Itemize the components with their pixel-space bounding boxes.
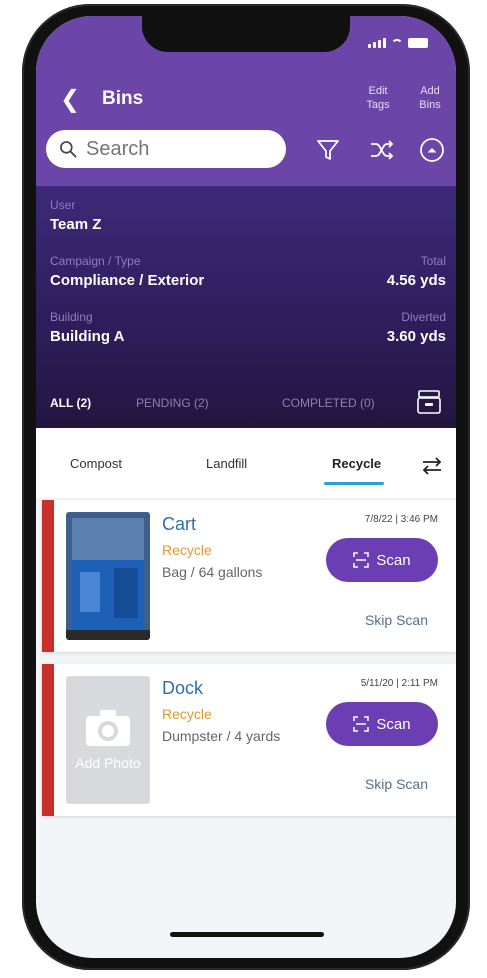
bin-timestamp: 7/8/22 | 3:46 PM <box>364 514 438 525</box>
bin-size: Bag / 64 gallons <box>162 564 263 580</box>
status-filter-tabs: ALL (2) PENDING (2) COMPLETED (0) <box>36 380 456 428</box>
building-label: Building <box>50 310 93 324</box>
total-value: 4.56 yds <box>386 272 446 289</box>
archive-icon[interactable] <box>416 388 442 416</box>
scan-button[interactable]: Scan <box>326 538 438 582</box>
campaign-label: Campaign / Type <box>50 254 141 268</box>
bin-photo[interactable] <box>66 512 150 640</box>
tab-pending[interactable]: PENDING (2) <box>136 396 209 410</box>
bin-stream: Recycle <box>162 542 212 558</box>
add-photo-button[interactable]: Add Photo <box>66 676 150 804</box>
scan-button[interactable]: Scan <box>326 702 438 746</box>
scan-icon <box>353 552 370 568</box>
battery-icon <box>408 38 428 48</box>
search-icon <box>60 141 77 158</box>
page-title: Bins <box>102 88 144 109</box>
tab-compost[interactable]: Compost <box>70 456 122 471</box>
camera-icon <box>86 710 130 746</box>
phone-frame: ❮ Bins Edit Tags Add Bins User Team Z Ca… <box>22 4 470 970</box>
status-bar-icons <box>368 38 428 48</box>
signal-icon <box>368 38 386 48</box>
back-button[interactable]: ❮ <box>60 88 80 112</box>
bin-card[interactable]: Cart Recycle Bag / 64 gallons 7/8/22 | 3… <box>42 500 456 652</box>
bin-card[interactable]: Add Photo Dock Recycle Dumpster / 4 yard… <box>42 664 456 816</box>
diverted-label: Diverted <box>401 310 446 324</box>
user-value: Team Z <box>50 216 102 233</box>
status-flag <box>42 664 54 816</box>
scan-label: Scan <box>376 715 411 733</box>
skip-scan-link[interactable]: Skip Scan <box>365 612 428 628</box>
scan-label: Scan <box>376 551 411 569</box>
edit-tags-button[interactable]: Edit Tags <box>358 84 398 112</box>
wifi-icon <box>391 38 403 48</box>
add-photo-label: Add Photo <box>75 755 141 771</box>
waste-stream-tabs: Compost Landfill Recycle <box>36 428 456 498</box>
filter-icon[interactable] <box>314 136 342 164</box>
user-label: User <box>50 198 76 212</box>
shuffle-icon[interactable] <box>368 136 396 164</box>
bin-name: Cart <box>162 514 197 534</box>
campaign-value: Compliance / Exterior <box>50 272 205 289</box>
total-label: Total <box>420 254 446 268</box>
scan-icon <box>353 716 370 732</box>
swap-icon[interactable] <box>420 454 444 478</box>
phone-notch <box>142 16 350 52</box>
diverted-value: 3.60 yds <box>386 328 446 345</box>
tab-completed[interactable]: COMPLETED (0) <box>282 396 375 410</box>
bin-stream: Recycle <box>162 706 212 722</box>
add-bins-button[interactable]: Add Bins <box>410 84 450 112</box>
bin-size: Dumpster / 4 yards <box>162 728 281 744</box>
building-value: Building A <box>50 328 125 345</box>
collapse-up-icon[interactable] <box>418 136 446 164</box>
bin-timestamp: 5/11/20 | 2:11 PM <box>360 678 438 689</box>
tab-all[interactable]: ALL (2) <box>50 396 91 410</box>
app-screen: ❮ Bins Edit Tags Add Bins User Team Z Ca… <box>36 16 456 958</box>
tab-recycle[interactable]: Recycle <box>332 456 381 471</box>
active-tab-underline <box>324 482 384 485</box>
search-box[interactable] <box>46 130 286 168</box>
home-indicator[interactable] <box>170 932 324 937</box>
status-flag <box>42 500 54 652</box>
bin-name: Dock <box>162 678 204 698</box>
search-input[interactable] <box>84 136 278 162</box>
skip-scan-link[interactable]: Skip Scan <box>365 776 428 792</box>
tab-landfill[interactable]: Landfill <box>206 456 247 471</box>
